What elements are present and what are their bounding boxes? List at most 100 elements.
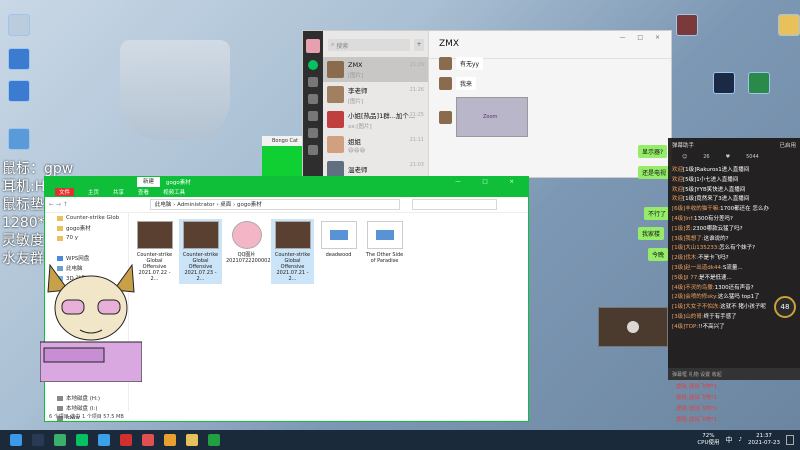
wechat-window[interactable]: ⌕ 搜索 + ZMX [图片] 21:29 李老师 [图片] 21:26 小姐[热品… [302,30,672,178]
file-item[interactable]: Counter-strike Global Offensive 2021.07.… [271,219,314,284]
avatar [439,57,452,70]
gift-user: 虚吼: [676,417,689,423]
my-avatar[interactable] [306,39,320,53]
contacts-icon[interactable] [308,77,318,87]
file-item[interactable]: QQ图片20210722200002 [225,219,271,284]
chat-name: 温老师 [348,165,368,174]
desktop-computer-icon[interactable] [8,48,30,70]
sent-message[interactable]: 不行了 [644,207,671,220]
windows-icon[interactable] [10,434,22,446]
danmaku-message: [6级]丰收的猫干嘛:1700都还在 怎么办 [672,205,796,215]
danmaku-text: 2300哪款云猛了吗? [692,225,743,232]
address-bar[interactable]: 此电脑 › Administrator › 桌面 › gogo素材 [149,199,400,210]
message-image[interactable]: Zoom [456,97,528,137]
danmaku-user: [1级]丢: [672,225,693,232]
bongo-cat-window[interactable]: Bongo Cat [262,136,304,176]
chat-list: ⌕ 搜索 + ZMX [图片] 21:29 李老师 [图片] 21:26 小姐[热品… [323,31,429,178]
chat-item[interactable]: 李老师 [图片] 21:26 [323,82,428,107]
status-bar: 6 个项目 选中 1 个项目 57.5 MB [49,414,124,420]
play-icon[interactable] [627,321,639,333]
desktop-wechat-desk-icon[interactable] [748,72,770,94]
browser-icon[interactable] [54,434,66,446]
game-icon[interactable] [164,434,176,446]
ribbon-video-tools[interactable]: 视频工具 [163,188,185,196]
record-icon[interactable] [208,434,220,446]
nav-item[interactable]: 本地磁盘 (I:) [45,403,128,413]
add-chat-button[interactable]: + [414,39,424,51]
steam-icon[interactable] [32,434,44,446]
chat-name: 姐姐 [348,137,361,146]
search-input[interactable]: ⌕ 搜索 + [328,39,424,51]
nav-item[interactable]: 70 y [45,233,128,243]
desktop-game-icon[interactable] [676,14,698,36]
explorer-window-controls[interactable]: — □ × [455,179,528,185]
media-icon[interactable] [142,434,154,446]
ribbon-home[interactable]: 主页 [88,188,99,196]
ribbon-file[interactable]: 文件 [55,188,75,196]
danmaku-text: 终于有手感了 [703,313,737,320]
sent-message[interactable]: 还是电视 [638,166,671,179]
live-status[interactable]: 已启用 [779,141,796,149]
ribbon-share[interactable]: 共享 [113,188,124,196]
desktop-folder-icon[interactable] [778,14,800,36]
wechat-window-controls[interactable]: — □ × [619,34,665,41]
avatar [327,86,344,103]
danmaku-user: [4级]不灵的鸟撒: [672,284,715,291]
chat-preview: xx:[图片] [348,123,372,130]
sent-message[interactable]: 今晚 [648,248,669,261]
cpu-meter[interactable]: 72% CPU使用 [697,433,719,447]
moments-icon[interactable] [308,128,318,138]
drive-icon [57,405,63,411]
nav-label: 70 y [66,235,79,241]
viewer-count: 26 [703,154,710,160]
chat-icon[interactable] [308,60,318,70]
like-count: 5044 [746,154,759,160]
nav-item[interactable]: 本地磁盘 (H:) [45,393,128,403]
file-item[interactable]: Counter-strike Global Offensive 2021.07.… [179,219,222,284]
nav-buttons[interactable]: ← → ↑ [49,201,68,208]
tab-new[interactable]: 新建 [137,177,161,187]
files-icon[interactable] [308,111,318,121]
netease-icon[interactable] [120,434,132,446]
desktop-recycle-icon[interactable] [8,14,30,36]
desktop-shortcut-icon[interactable] [8,128,30,150]
danmaku-text: 这就不 猪小孩子呢 [720,304,766,311]
nav-item[interactable]: gogo素材 [45,223,128,233]
folder-icon[interactable] [186,434,198,446]
file-item[interactable]: deadwood [317,219,360,284]
ribbon-view[interactable]: 查看 [138,188,149,196]
sent-message[interactable]: 显示器? [638,145,668,158]
danmaku-user: [2级]伐木: [672,255,699,262]
message-bubble[interactable]: 有无yy [456,57,484,70]
level-badge: 48 [774,296,796,318]
favorites-icon[interactable] [308,94,318,104]
desktop-steam-icon[interactable] [713,72,735,94]
danmaku-user: [5级]Jl 77: [672,274,700,281]
qq-icon[interactable] [98,434,110,446]
live-footer[interactable]: 弹幕框 礼物 设置 收起 [668,368,800,380]
danmaku-message: [5级]Jl 77:是不是低速... [672,274,796,284]
chat-item[interactable]: ZMX [图片] 21:29 [323,57,428,82]
file-item[interactable]: The Other Side of Paradise [363,219,406,284]
volume-icon[interactable]: ♪ [739,437,743,443]
explorer-search-input[interactable] [411,199,497,210]
settings-icon[interactable] [308,145,318,155]
nav-item[interactable]: Counter-strike Glob [45,213,128,223]
danmaku-text: 1300有分差吗? [694,215,733,222]
sent-message[interactable]: 我家楼 [638,227,665,240]
message-bubble[interactable]: 我来 [456,77,477,90]
chat-item[interactable]: 姐姐 😄😄😄 21:11 [323,132,428,157]
chat-item[interactable]: 小姐[热品]1群...加个... xx:[图片] 21:25 [323,107,428,132]
danmaku-user: [2级]会喷的修sky: [672,294,718,301]
notification-icon[interactable] [786,435,794,445]
tab-folder[interactable]: gogo素材 [160,178,191,186]
danmaku-text: [5级]YYB笑快进入直播间 [683,186,746,193]
ime-indicator[interactable]: 中 [726,435,733,445]
danmaku-user: [3级]我想了: [672,235,704,242]
desktop-app-icon[interactable] [8,80,30,102]
danmaku-user: 欢迎 [672,176,684,183]
live-danmaku-panel[interactable]: 弹幕助手 已启用 ☺ 26 ♥ 5044 欢迎[1级]Rakuros1进入直播间… [668,138,800,380]
clock[interactable]: 21:37 2021-07-23 [748,433,780,447]
wechat-icon[interactable] [76,434,88,446]
video-thumbnail[interactable] [598,307,668,347]
